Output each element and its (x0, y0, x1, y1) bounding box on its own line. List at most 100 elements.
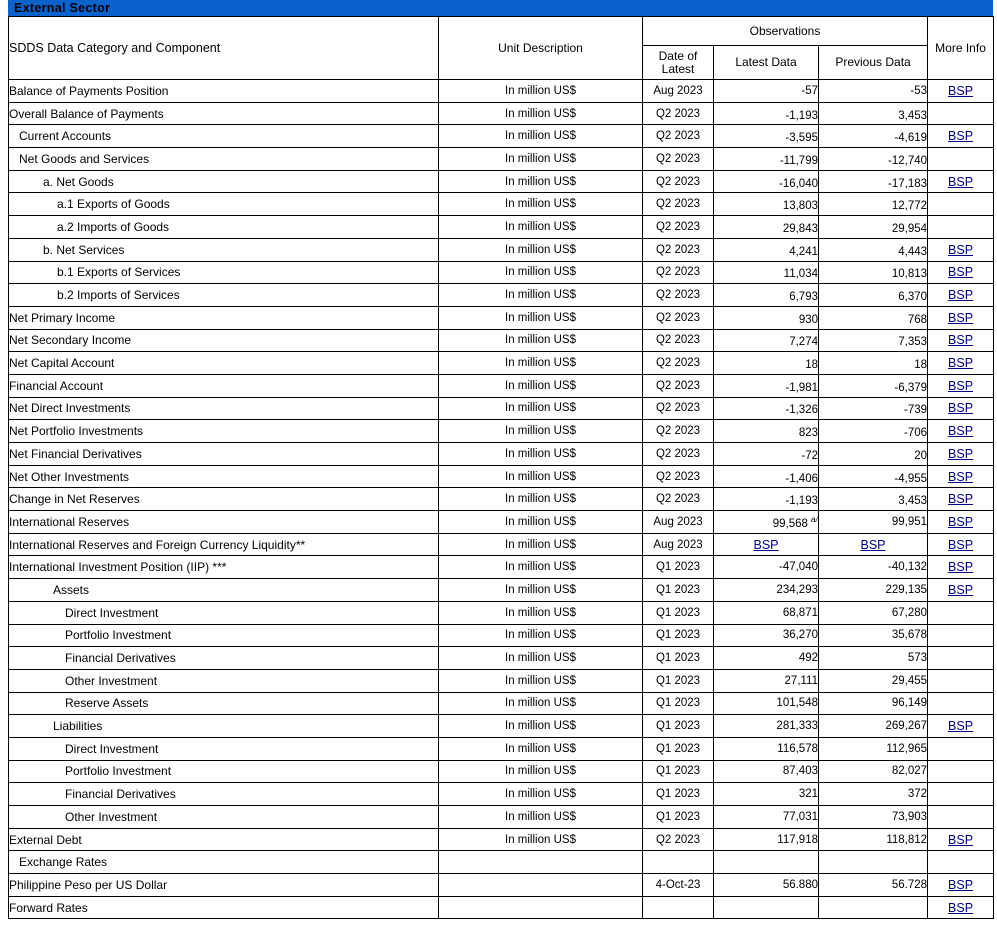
row-more-info[interactable]: BSP (927, 532, 995, 557)
row-more-info[interactable]: BSP (927, 442, 995, 466)
previous-data-value: -53 (910, 84, 928, 97)
table-row: Other Investment In million US$ Q1 2023 77,… (8, 805, 995, 829)
row-date-of-latest: Q1 2023 (642, 578, 714, 602)
header-observations: Observations (641, 16, 929, 46)
row-more-info (927, 759, 995, 784)
more-info-link[interactable]: BSP (948, 311, 973, 325)
row-previous-data: 3,453 (817, 487, 929, 512)
row-previous-data: -706 (817, 419, 929, 443)
row-more-info[interactable]: BSP (927, 714, 995, 738)
row-latest-data (713, 895, 819, 920)
row-more-info (927, 668, 995, 693)
row-more-info[interactable]: BSP (927, 419, 995, 443)
more-info-link[interactable]: BSP (948, 492, 973, 506)
row-unit: In million US$ (438, 759, 643, 784)
row-more-info[interactable]: BSP (927, 555, 995, 580)
more-info-link[interactable]: BSP (948, 288, 973, 302)
more-info-link[interactable]: BSP (948, 538, 973, 552)
more-info-link[interactable]: BSP (948, 560, 973, 574)
row-date-of-latest: Q1 2023 (642, 555, 714, 580)
row-date-of-latest: Q1 2023 (642, 646, 714, 670)
table-row: a. Net Goods In million US$ Q2 2023 -16,040… (8, 169, 995, 194)
row-previous-data: -4,955 (817, 464, 929, 489)
row-more-info[interactable]: BSP (927, 351, 995, 375)
more-info-link[interactable]: BSP (948, 447, 973, 461)
row-unit: In million US$ (438, 736, 643, 761)
row-more-info[interactable]: BSP (927, 464, 995, 489)
more-info-link[interactable]: BSP (948, 356, 973, 370)
previous-data-value: 29,954 (891, 222, 928, 235)
row-more-info[interactable]: BSP (927, 373, 995, 398)
table-row: Current Accounts In million US$ Q2 2023 -3,… (8, 124, 995, 149)
more-info-link[interactable]: BSP (948, 333, 973, 347)
row-more-info[interactable]: BSP (927, 260, 995, 285)
previous-data-value: 12,772 (891, 200, 928, 213)
row-more-info (927, 101, 995, 126)
row-label: Exchange Rates (8, 850, 439, 875)
previous-data-link[interactable]: BSP (861, 538, 886, 552)
row-more-info[interactable]: BSP (927, 510, 995, 534)
more-info-link[interactable]: BSP (948, 833, 973, 847)
latest-data-value: 117,918 (777, 833, 818, 846)
row-latest-data[interactable]: BSP (713, 532, 819, 557)
row-more-info[interactable]: BSP (927, 827, 995, 852)
row-more-info[interactable]: BSP (927, 305, 995, 330)
row-latest-data: 36,270 (713, 623, 819, 648)
row-unit (438, 850, 643, 875)
row-more-info[interactable]: BSP (927, 169, 995, 194)
row-more-info[interactable]: BSP (927, 396, 995, 421)
row-more-info[interactable]: BSP (927, 237, 995, 262)
more-info-link[interactable]: BSP (948, 719, 973, 733)
latest-data-value: 7,274 (789, 336, 818, 349)
row-more-info[interactable]: BSP (927, 873, 995, 897)
row-date-of-latest: Q2 2023 (642, 328, 714, 353)
row-latest-data: -1,193 (713, 101, 819, 126)
row-more-info[interactable]: BSP (927, 328, 995, 353)
row-unit: In million US$ (438, 487, 643, 512)
row-label: Net Secondary Income (8, 328, 439, 353)
row-more-info (927, 646, 995, 670)
row-unit (438, 895, 643, 920)
row-unit: In million US$ (438, 714, 643, 738)
more-info-link[interactable]: BSP (948, 470, 973, 484)
latest-data-value: 36,270 (782, 629, 818, 642)
row-latest-data: 281,333 (713, 714, 819, 738)
row-previous-data[interactable]: BSP (817, 532, 929, 557)
row-label: Forward Rates (8, 895, 439, 920)
previous-data-value: 6,370 (898, 291, 928, 304)
previous-data-value: -6,379 (894, 381, 928, 394)
row-unit: In million US$ (438, 555, 643, 580)
previous-data-value: 67,280 (891, 606, 928, 619)
more-info-link[interactable]: BSP (948, 265, 973, 279)
row-previous-data: 96,149 (817, 691, 929, 716)
more-info-link[interactable]: BSP (948, 401, 973, 415)
row-more-info[interactable]: BSP (927, 79, 995, 103)
row-unit: In million US$ (438, 305, 643, 330)
table-row: Net Portfolio Investments In million US$ Q… (8, 419, 995, 443)
latest-data-link[interactable]: BSP (753, 538, 778, 552)
more-info-link[interactable]: BSP (948, 84, 973, 98)
row-latest-data: 56.880 (713, 873, 819, 897)
row-more-info[interactable]: BSP (927, 578, 995, 602)
more-info-link[interactable]: BSP (948, 243, 973, 257)
more-info-link[interactable]: BSP (948, 379, 973, 393)
more-info-link[interactable]: BSP (948, 583, 973, 597)
row-more-info[interactable]: BSP (927, 124, 995, 149)
row-more-info[interactable]: BSP (927, 283, 995, 307)
row-previous-data (817, 895, 929, 920)
more-info-link[interactable]: BSP (948, 878, 973, 892)
more-info-link[interactable]: BSP (948, 424, 973, 438)
row-latest-data: -57 (713, 79, 819, 103)
row-more-info[interactable]: BSP (927, 895, 995, 920)
row-label: Other Investment (8, 805, 439, 829)
row-more-info (927, 623, 995, 648)
latest-data-value: 492 (798, 652, 818, 665)
more-info-link[interactable]: BSP (948, 175, 973, 189)
more-info-link[interactable]: BSP (948, 901, 973, 915)
more-info-link[interactable]: BSP (948, 129, 973, 143)
more-info-link[interactable]: BSP (948, 515, 973, 529)
table-row: Other Investment In million US$ Q1 2023 27,… (8, 668, 995, 693)
row-unit (438, 873, 643, 897)
row-more-info (927, 782, 995, 806)
row-more-info[interactable]: BSP (927, 487, 995, 512)
